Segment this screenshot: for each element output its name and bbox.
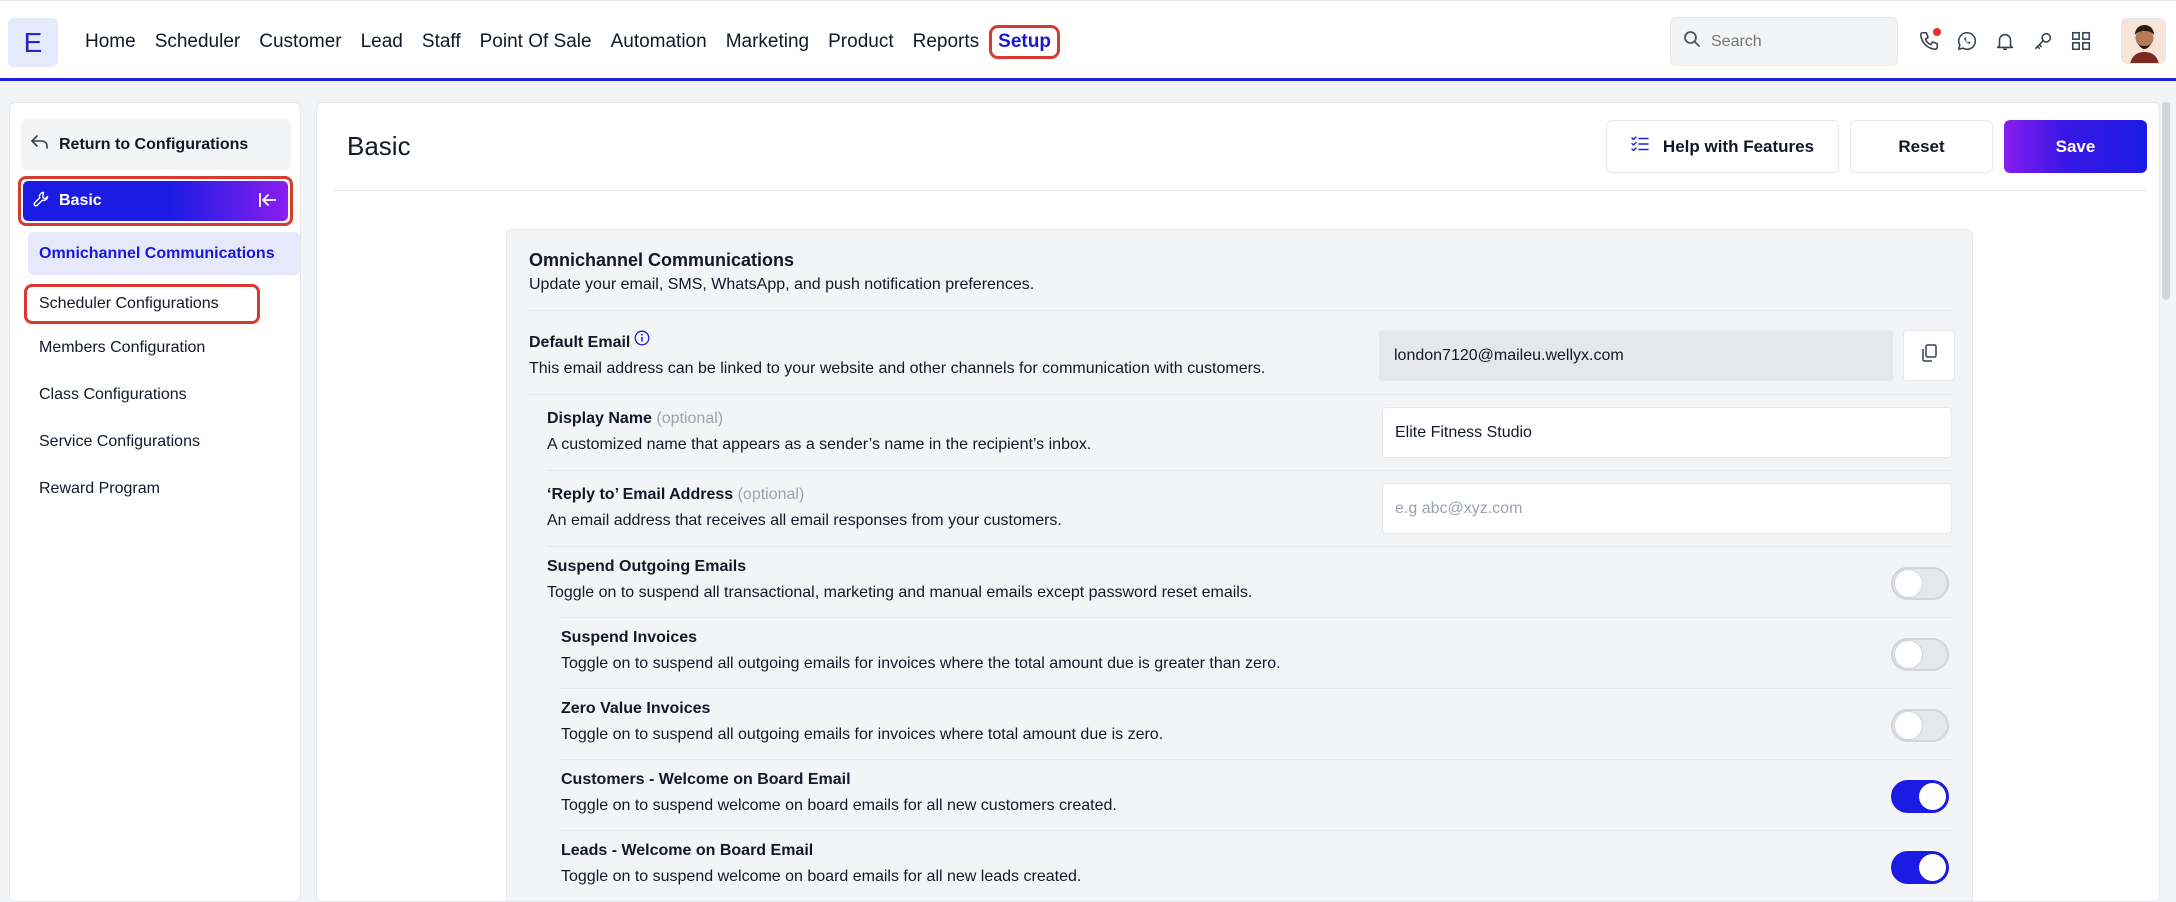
copy-email-button[interactable]	[1903, 330, 1955, 381]
reset-button[interactable]: Reset	[1850, 120, 1993, 173]
sidebar-item-members-configuration[interactable]: Members Configuration	[28, 326, 300, 369]
row-divider	[529, 394, 1953, 395]
customers-welcome-description: Toggle on to suspend welcome on board em…	[561, 797, 1117, 814]
card-title: Omnichannel Communications	[529, 250, 795, 270]
leads-welcome-label: Leads - Welcome on Board Email	[561, 842, 814, 859]
suspend-invoices-description: Toggle on to suspend all outgoing emails…	[561, 655, 1281, 672]
nav-marketing[interactable]: Marketing	[726, 31, 809, 53]
top-navigation-bar: E Home Scheduler Customer Lead Staff Poi…	[0, 0, 2176, 81]
key-icon[interactable]	[2029, 25, 2057, 57]
save-button[interactable]: Save	[2004, 120, 2147, 173]
reply-to-description: An email address that receives all email…	[547, 512, 1062, 529]
page-title: Basic	[347, 131, 411, 161]
leads-welcome-toggle[interactable]	[1891, 851, 1949, 884]
display-name-input[interactable]	[1382, 407, 1952, 458]
apps-grid-icon[interactable]	[2067, 25, 2095, 57]
customers-welcome-toggle[interactable]	[1891, 780, 1949, 813]
default-email-description: This email address can be linked to your…	[529, 360, 1266, 377]
toggle-knob	[1919, 854, 1946, 881]
row-divider	[547, 470, 1953, 471]
search-input[interactable]	[1711, 32, 1881, 51]
help-with-features-button[interactable]: Help with Features	[1606, 120, 1839, 173]
default-email-value: london7120@maileu.wellyx.com	[1379, 330, 1893, 381]
customers-welcome-label: Customers - Welcome on Board Email	[561, 771, 851, 788]
app-logo[interactable]: E	[8, 18, 58, 67]
suspend-outgoing-toggle[interactable]	[1891, 567, 1949, 600]
omnichannel-settings-card: Omnichannel Communications Update your e…	[506, 229, 1973, 901]
suspend-invoices-toggle[interactable]	[1891, 638, 1949, 671]
default-email-label-text: Default Email	[529, 334, 631, 351]
phone-icon[interactable]	[1915, 25, 1943, 57]
row-divider	[560, 830, 1953, 831]
basic-section-highlight: Basic	[18, 176, 293, 226]
toggle-knob	[1919, 783, 1946, 810]
return-label: Return to Configurations	[59, 135, 249, 153]
search-icon	[1683, 30, 1701, 53]
help-label: Help with Features	[1662, 136, 1815, 156]
zero-value-invoices-description: Toggle on to suspend all outgoing emails…	[561, 726, 1164, 743]
reply-to-email-input[interactable]	[1382, 483, 1952, 534]
main-nav: Home Scheduler Customer Lead Staff Point…	[85, 1, 1079, 82]
info-icon[interactable]	[634, 330, 650, 351]
checklist-icon	[1631, 136, 1649, 157]
card-divider	[529, 310, 1953, 311]
reply-to-label-text: ‘Reply to’ Email Address	[547, 486, 734, 503]
nav-product[interactable]: Product	[828, 31, 893, 53]
toggle-knob	[1895, 641, 1922, 668]
card-subtitle: Update your email, SMS, WhatsApp, and pu…	[529, 276, 1035, 293]
nav-customer[interactable]: Customer	[259, 31, 341, 53]
optional-tag: (optional)	[737, 486, 805, 503]
suspend-outgoing-description: Toggle on to suspend all transactional, …	[547, 584, 1253, 601]
whatsapp-icon[interactable]	[1953, 25, 1981, 57]
row-divider	[560, 759, 1953, 760]
sidebar-item-omnichannel-communications[interactable]: Omnichannel Communications	[28, 232, 300, 275]
nav-setup[interactable]: Setup	[989, 24, 1060, 59]
leads-welcome-description: Toggle on to suspend welcome on board em…	[561, 868, 1082, 885]
toggle-knob	[1895, 570, 1922, 597]
user-avatar[interactable]	[2121, 18, 2166, 64]
return-to-configurations-link[interactable]: Return to Configurations	[21, 119, 291, 170]
row-divider	[547, 546, 1953, 547]
nav-point-of-sale[interactable]: Point Of Sale	[480, 31, 592, 53]
global-search[interactable]	[1670, 17, 1898, 66]
bell-icon[interactable]	[1991, 25, 2019, 57]
collapse-sidebar-icon[interactable]	[258, 191, 278, 214]
optional-tag: (optional)	[656, 410, 724, 427]
nav-lead[interactable]: Lead	[361, 31, 403, 53]
display-name-label-text: Display Name	[547, 410, 652, 427]
sidebar-item-scheduler-configurations[interactable]: Scheduler Configurations	[24, 284, 260, 324]
zero-value-invoices-toggle[interactable]	[1891, 709, 1949, 742]
basic-section-header[interactable]: Basic	[23, 181, 288, 221]
back-arrow-icon	[31, 135, 49, 154]
display-name-description: A customized name that appears as a send…	[547, 436, 1092, 453]
copy-icon	[1919, 343, 1939, 368]
reply-to-label: ‘Reply to’ Email Address (optional)	[547, 486, 804, 504]
suspend-invoices-label: Suspend Invoices	[561, 629, 698, 646]
wrench-icon	[33, 191, 49, 212]
zero-value-invoices-label: Zero Value Invoices	[561, 700, 711, 717]
toggle-knob	[1895, 712, 1922, 739]
nav-scheduler[interactable]: Scheduler	[155, 31, 241, 53]
nav-reports[interactable]: Reports	[913, 31, 980, 53]
page-scrollbar[interactable]	[2162, 102, 2170, 300]
display-name-label: Display Name (optional)	[547, 410, 723, 428]
nav-staff[interactable]: Staff	[422, 31, 461, 53]
default-email-label: Default Email	[529, 330, 650, 352]
sidebar-item-reward-program[interactable]: Reward Program	[28, 467, 300, 510]
configuration-sidebar: Return to Configurations Basic Omnichann…	[9, 102, 301, 902]
nav-home[interactable]: Home	[85, 31, 136, 53]
row-divider	[560, 617, 1953, 618]
suspend-outgoing-label: Suspend Outgoing Emails	[547, 558, 747, 575]
sidebar-item-service-configurations[interactable]: Service Configurations	[28, 420, 300, 463]
nav-automation[interactable]: Automation	[611, 31, 707, 53]
basic-section-label: Basic	[59, 192, 102, 209]
sidebar-item-class-configurations[interactable]: Class Configurations	[28, 373, 300, 416]
main-content-panel: Basic Help with Features Reset Save Omni…	[316, 102, 2160, 902]
top-actions	[1915, 25, 2095, 57]
notification-dot	[1933, 28, 1941, 36]
header-divider	[334, 190, 2146, 191]
row-divider	[560, 688, 1953, 689]
